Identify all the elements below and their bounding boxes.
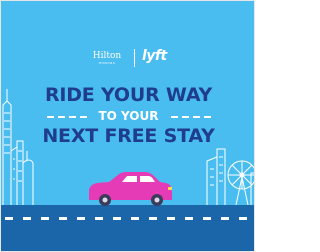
road-icon [1,205,254,251]
lyft-hilton-ad-card[interactable]: Hilton HONORS lyft RIDE YOUR WAY TO YOUR… [0,0,255,252]
city-skyline-icon [206,148,254,205]
city-skyline-icon [2,89,34,205]
car-icon [89,172,172,206]
city-scene [1,89,254,251]
